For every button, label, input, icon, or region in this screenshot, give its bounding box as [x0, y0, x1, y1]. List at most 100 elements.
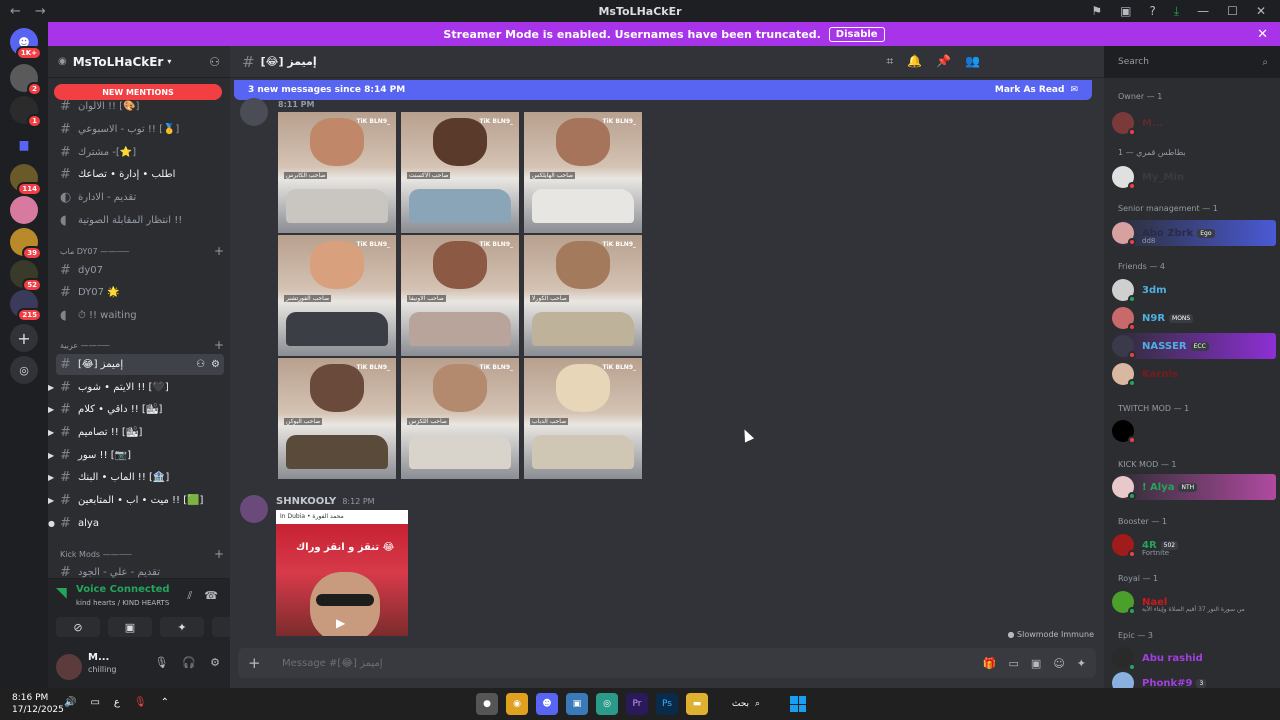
channel-item[interactable]: ▶ # الماب • البنك !! [🏦]: [48, 467, 224, 488]
member-item[interactable]: My_Min: [1112, 164, 1276, 190]
guild-header[interactable]: ◉ MsToLHaCkEr ▾ ⚇: [48, 46, 230, 78]
channel-item[interactable]: ● # alya: [48, 513, 224, 534]
sticker-icon[interactable]: ▣: [1031, 657, 1041, 670]
network-icon[interactable]: ▭: [90, 697, 99, 708]
server-icon[interactable]: 2: [10, 64, 42, 96]
clock[interactable]: 8:16 PM 17/12/2025: [12, 692, 64, 716]
noise-suppression-icon[interactable]: ⫽: [187, 589, 192, 603]
screen-icon[interactable]: ▣: [1120, 4, 1131, 18]
add-channel-icon[interactable]: +: [214, 338, 224, 352]
channel-item[interactable]: # مشترك -[⭐]: [56, 142, 224, 163]
new-messages-bar[interactable]: 3 new messages since 8:14 PM Mark As Rea…: [234, 80, 1092, 100]
app-window-icon[interactable]: ▣: [566, 693, 588, 715]
category-header[interactable]: Kick Mods ——⸺ +: [60, 547, 224, 561]
member-item[interactable]: Phonk#9 3: [1112, 670, 1276, 688]
app-browser-icon[interactable]: ◎: [596, 693, 618, 715]
image-tile[interactable]: صاحب اللكزس TiK BLN9_: [401, 358, 519, 479]
pin-icon[interactable]: 📌: [936, 54, 951, 69]
channel-item[interactable]: # dy07: [56, 260, 224, 281]
server-icon[interactable]: 215: [10, 290, 42, 322]
meme-image-grid[interactable]: صاحب الكابرس TiK BLN9_ صاحب الاكسنت TiK BL…: [278, 112, 642, 479]
channel-item[interactable]: # اطلب • إدارة • تصاعك: [56, 164, 224, 185]
member-item[interactable]: 4R 502 Fortnite: [1112, 532, 1276, 558]
add-server-icon[interactable]: +: [10, 324, 38, 352]
gear-icon[interactable]: ⚙: [210, 656, 220, 669]
windows-start-icon[interactable]: [790, 696, 806, 712]
category-header[interactable]: ماب DY07 ——⸺ +: [60, 244, 224, 258]
member-item[interactable]: NASSER ECC: [1112, 333, 1276, 359]
avatar[interactable]: [240, 495, 268, 523]
add-attachment-icon[interactable]: +: [248, 654, 274, 672]
play-icon[interactable]: ▶: [336, 616, 345, 630]
gif-icon[interactable]: ▭: [1009, 657, 1019, 670]
add-channel-icon[interactable]: +: [214, 244, 224, 258]
minimize-icon[interactable]: —: [1197, 4, 1209, 18]
message-input[interactable]: Message #[😂] إميمز: [282, 658, 383, 669]
server-icon[interactable]: [10, 196, 38, 224]
invite-icon[interactable]: ⚇: [209, 55, 220, 69]
inbox-icon[interactable]: ⚑: [1091, 4, 1102, 18]
member-item[interactable]: Abu rashid: [1112, 645, 1276, 671]
chevron-up-icon[interactable]: ⌃: [161, 697, 169, 708]
image-tile[interactable]: صاحب الهايلكس TiK BLN9_: [524, 112, 642, 233]
author-name[interactable]: SHNKOOLY: [276, 496, 336, 507]
microphone-icon[interactable]: 🎙: [154, 656, 168, 669]
explore-icon[interactable]: ◎: [10, 356, 38, 384]
gear-icon[interactable]: ⚙: [211, 359, 220, 370]
server-icon[interactable]: 114: [10, 164, 42, 196]
voice-channel-item[interactable]: ◖ انتظار المقابلة الصوتية !!: [56, 210, 224, 231]
image-tile[interactable]: صاحب الفورتشنر TiK BLN9_: [278, 235, 396, 356]
camera-off-button[interactable]: ⊘: [56, 617, 100, 637]
channel-item[interactable]: ▶ # الايتم • شوب !! [🖤]: [48, 377, 224, 398]
home-button[interactable]: ☻ 1K+: [10, 28, 42, 60]
video-embed[interactable]: In Dubia • محمد الفورة تنقز و انقز وراك …: [276, 510, 408, 636]
disconnect-icon[interactable]: ☎: [204, 589, 218, 603]
channel-item[interactable]: ▶ # تصاميم !! [🏙]: [48, 422, 224, 443]
close-icon[interactable]: ✕: [1257, 27, 1268, 42]
app-chrome-icon[interactable]: ◉: [506, 693, 528, 715]
add-member-icon[interactable]: ⚇: [196, 359, 205, 370]
gift-icon[interactable]: 🎁: [983, 657, 997, 670]
disable-streamer-button[interactable]: Disable: [828, 26, 885, 42]
app-premiere-icon[interactable]: Pr: [626, 693, 648, 715]
folder-icon[interactable]: ▆: [10, 130, 38, 158]
channel-item[interactable]: ▶ # داقي • كلام !! [🏙]: [48, 399, 224, 420]
voice-channel-item[interactable]: ◖ ⏱ !! waiting: [56, 305, 224, 326]
member-item[interactable]: Nael من سورة النور 37 أقيم الصلاة وإيتاء …: [1112, 589, 1276, 615]
volume-icon[interactable]: 🔊: [64, 697, 76, 708]
member-item[interactable]: Karnis: [1112, 361, 1276, 387]
image-tile[interactable]: صاحب الاكسنت TiK BLN9_: [401, 112, 519, 233]
member-item[interactable]: ! Alya NTH: [1112, 474, 1276, 500]
apps-icon[interactable]: ✦: [1077, 657, 1086, 670]
image-tile[interactable]: صاحب الاونيفا TiK BLN9_: [401, 235, 519, 356]
channel-item[interactable]: # توب - الاسبوعي !! [🥇]: [56, 119, 224, 140]
app-photoshop-icon[interactable]: Ps: [656, 693, 678, 715]
mark-as-read-button[interactable]: Mark As Read: [995, 85, 1065, 95]
channel-item-active[interactable]: # [😂] إميمز ⚇ ⚙: [56, 354, 224, 375]
emoji-icon[interactable]: ☺: [1053, 657, 1064, 670]
language-indicator[interactable]: ع: [114, 697, 120, 708]
member-item[interactable]: 3dm: [1112, 277, 1276, 303]
taskbar-search[interactable]: بحث ⌕: [716, 694, 776, 714]
help-icon[interactable]: ?: [1149, 4, 1155, 18]
members-icon[interactable]: 👥: [965, 54, 980, 69]
app-explorer-icon[interactable]: ▬: [686, 693, 708, 715]
member-item[interactable]: N9R MONS: [1112, 305, 1276, 331]
channel-item[interactable]: # DY07 🌟: [56, 282, 224, 303]
app-discord-icon[interactable]: ☻: [536, 693, 558, 715]
bell-icon[interactable]: 🔔: [907, 54, 922, 69]
avatar[interactable]: [56, 654, 82, 680]
server-icon[interactable]: 1: [10, 96, 42, 128]
maximize-icon[interactable]: ☐: [1227, 4, 1238, 18]
channel-item[interactable]: ▶ # سور !! [📷]: [48, 445, 224, 466]
message-composer[interactable]: + Message #[😂] إميمز 🎁 ▭ ▣ ☺ ✦: [238, 648, 1096, 678]
message-author[interactable]: SHNKOOLY 8:12 PM: [276, 496, 375, 507]
member-item[interactable]: Abo Zbrk Ego dd8: [1112, 220, 1276, 246]
channel-item[interactable]: # الالوان !! [🎨]: [56, 96, 224, 117]
member-item[interactable]: [1112, 418, 1276, 444]
activities-button[interactable]: ✦: [160, 617, 204, 637]
image-tile[interactable]: صاحب الدباب TiK BLN9_: [524, 358, 642, 479]
signal-icon[interactable]: ◥: [56, 585, 67, 601]
voice-status[interactable]: Voice Connected: [76, 584, 170, 595]
image-tile[interactable]: صاحب اليوكن TiK BLN9_: [278, 358, 396, 479]
